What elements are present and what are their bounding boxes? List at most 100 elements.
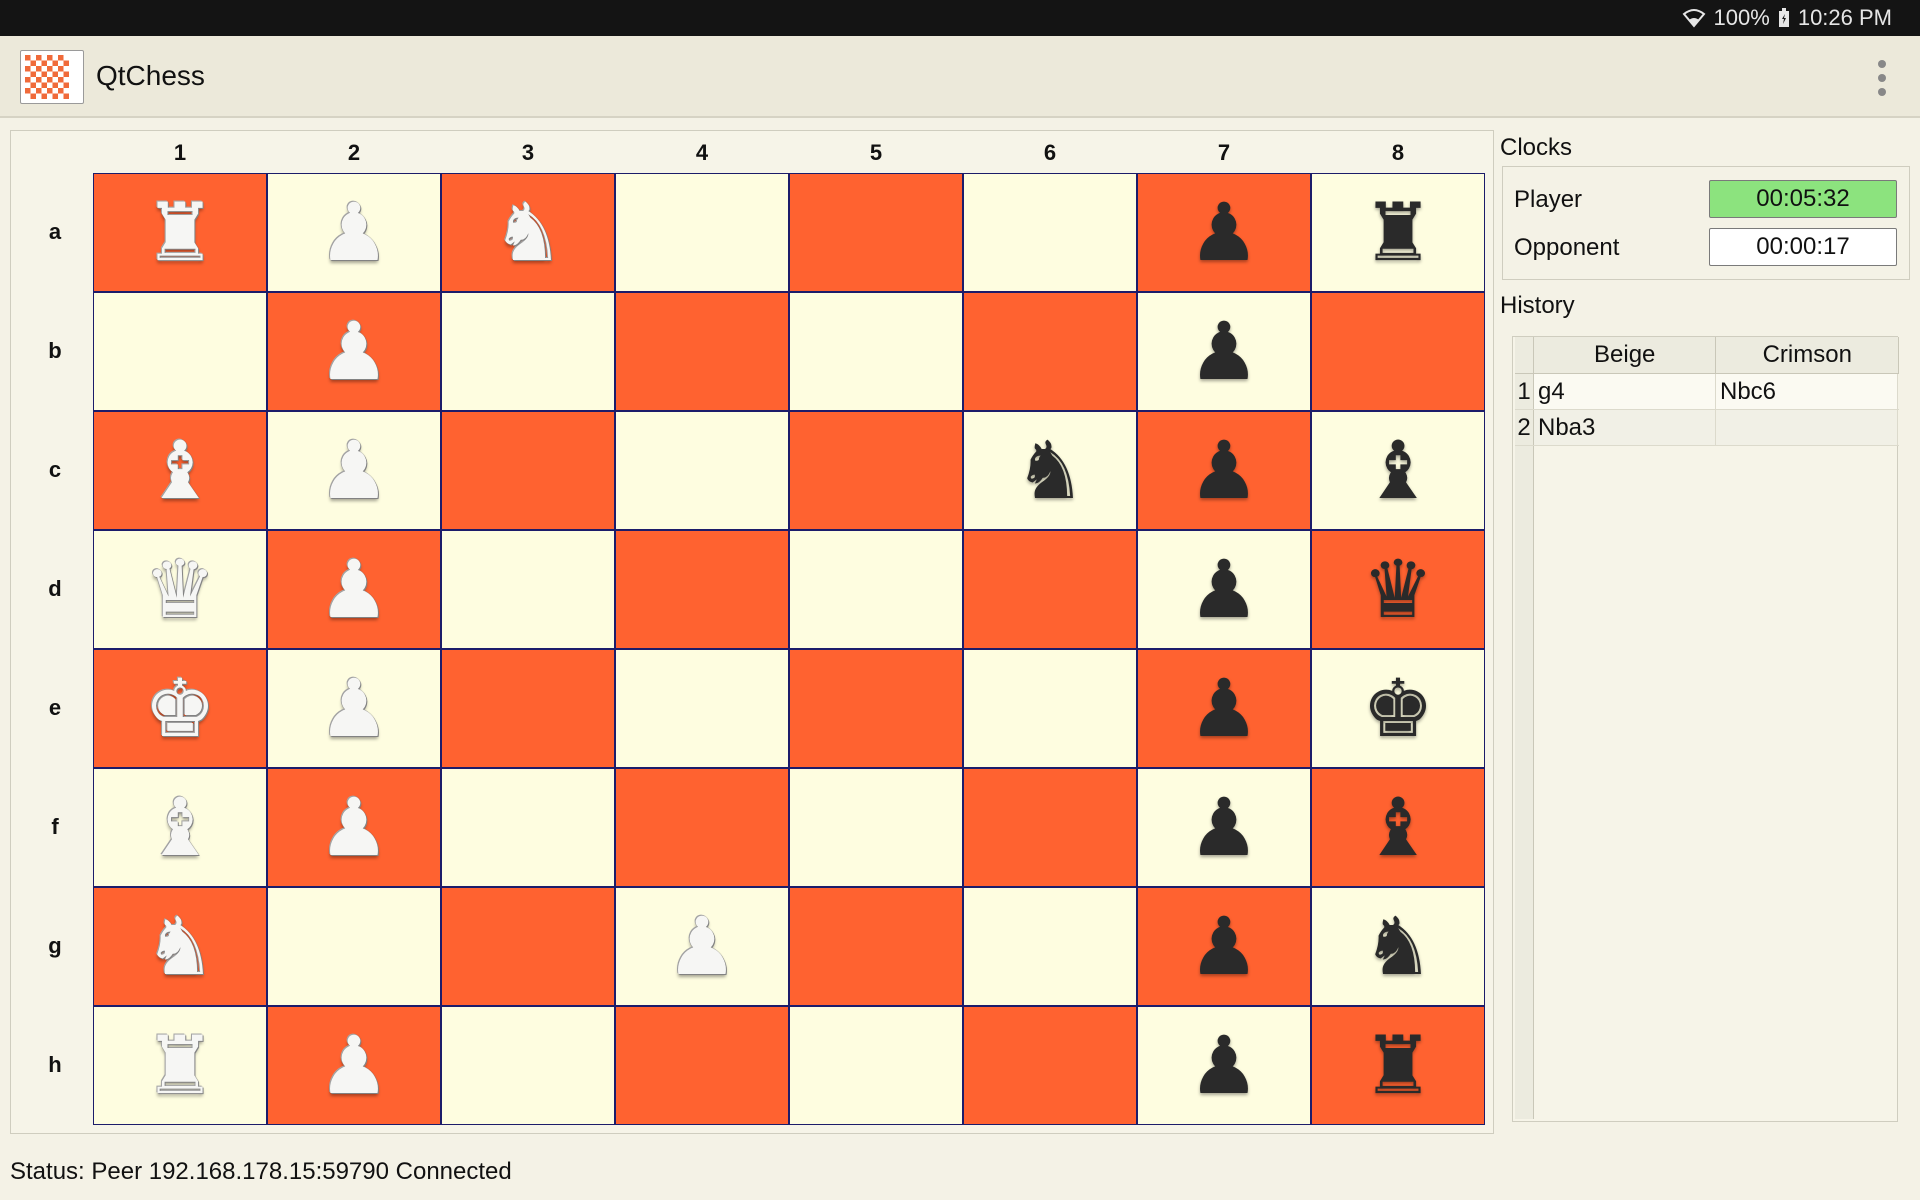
beige-move[interactable]: Nba3 — [1534, 410, 1716, 445]
black-knight-icon[interactable]: ♞ — [1362, 906, 1434, 987]
board-square-c1[interactable]: ♝ — [93, 411, 267, 530]
crimson-move[interactable]: Nbc6 — [1716, 374, 1898, 409]
board-square-e5[interactable] — [789, 649, 963, 768]
board-square-f2[interactable]: ♟ — [267, 768, 441, 887]
board-square-h5[interactable] — [789, 1006, 963, 1125]
board-square-h6[interactable] — [963, 1006, 1137, 1125]
overflow-menu-button[interactable] — [1872, 60, 1892, 96]
black-pawn-icon[interactable]: ♟ — [1188, 430, 1260, 511]
board-square-g6[interactable] — [963, 887, 1137, 1006]
board-square-a8[interactable]: ♜ — [1311, 173, 1485, 292]
white-pawn-icon[interactable]: ♟ — [318, 1025, 390, 1106]
board-square-g4[interactable]: ♟ — [615, 887, 789, 1006]
table-row[interactable]: 1 g4 Nbc6 — [1515, 374, 1899, 410]
board-square-d7[interactable]: ♟ — [1137, 530, 1311, 649]
board-square-h1[interactable]: ♜ — [93, 1006, 267, 1125]
board-square-b2[interactable]: ♟ — [267, 292, 441, 411]
board-square-h3[interactable] — [441, 1006, 615, 1125]
board-square-a5[interactable] — [789, 173, 963, 292]
black-pawn-icon[interactable]: ♟ — [1188, 1025, 1260, 1106]
black-bishop-icon[interactable]: ♝ — [1362, 430, 1434, 511]
white-pawn-icon[interactable]: ♟ — [318, 787, 390, 868]
black-pawn-icon[interactable]: ♟ — [1188, 311, 1260, 392]
black-knight-icon[interactable]: ♞ — [1014, 430, 1086, 511]
black-pawn-icon[interactable]: ♟ — [1188, 192, 1260, 273]
board-square-h7[interactable]: ♟ — [1137, 1006, 1311, 1125]
board-square-g5[interactable] — [789, 887, 963, 1006]
board-square-d5[interactable] — [789, 530, 963, 649]
board-square-f8[interactable]: ♝ — [1311, 768, 1485, 887]
table-row[interactable]: 2 Nba3 — [1515, 410, 1899, 446]
board-square-g3[interactable] — [441, 887, 615, 1006]
board-square-h4[interactable] — [615, 1006, 789, 1125]
board-square-h8[interactable]: ♜ — [1311, 1006, 1485, 1125]
column-header-crimson[interactable]: Crimson — [1716, 337, 1900, 373]
board-square-g8[interactable]: ♞ — [1311, 887, 1485, 1006]
white-knight-icon[interactable]: ♞ — [144, 906, 216, 987]
board-square-g2[interactable] — [267, 887, 441, 1006]
board-square-c4[interactable] — [615, 411, 789, 530]
white-bishop-icon[interactable]: ♝ — [144, 430, 216, 511]
board-square-h2[interactable]: ♟ — [267, 1006, 441, 1125]
board-square-a2[interactable]: ♟ — [267, 173, 441, 292]
board-square-a3[interactable]: ♞ — [441, 173, 615, 292]
board-square-e6[interactable] — [963, 649, 1137, 768]
board-square-d3[interactable] — [441, 530, 615, 649]
white-pawn-icon[interactable]: ♟ — [318, 192, 390, 273]
white-queen-icon[interactable]: ♛ — [144, 549, 216, 630]
white-knight-icon[interactable]: ♞ — [492, 192, 564, 273]
white-bishop-icon[interactable]: ♝ — [144, 787, 216, 868]
board-square-e3[interactable] — [441, 649, 615, 768]
board-square-d1[interactable]: ♛ — [93, 530, 267, 649]
board-square-f4[interactable] — [615, 768, 789, 887]
board-square-d8[interactable]: ♛ — [1311, 530, 1485, 649]
board-square-e7[interactable]: ♟ — [1137, 649, 1311, 768]
board-square-c7[interactable]: ♟ — [1137, 411, 1311, 530]
white-rook-icon[interactable]: ♜ — [144, 1025, 216, 1106]
board-square-g7[interactable]: ♟ — [1137, 887, 1311, 1006]
board-square-f6[interactable] — [963, 768, 1137, 887]
board-square-c6[interactable]: ♞ — [963, 411, 1137, 530]
board-square-g1[interactable]: ♞ — [93, 887, 267, 1006]
white-pawn-icon[interactable]: ♟ — [318, 549, 390, 630]
board-square-b3[interactable] — [441, 292, 615, 411]
board-square-f3[interactable] — [441, 768, 615, 887]
white-pawn-icon[interactable]: ♟ — [318, 668, 390, 749]
board-square-e1[interactable]: ♚ — [93, 649, 267, 768]
white-pawn-icon[interactable]: ♟ — [318, 430, 390, 511]
board-square-e4[interactable] — [615, 649, 789, 768]
black-pawn-icon[interactable]: ♟ — [1188, 668, 1260, 749]
white-pawn-icon[interactable]: ♟ — [666, 906, 738, 987]
black-rook-icon[interactable]: ♜ — [1362, 192, 1434, 273]
board-square-e2[interactable]: ♟ — [267, 649, 441, 768]
board-square-c2[interactable]: ♟ — [267, 411, 441, 530]
board-square-b1[interactable] — [93, 292, 267, 411]
column-header-beige[interactable]: Beige — [1534, 337, 1717, 373]
black-king-icon[interactable]: ♚ — [1362, 668, 1434, 749]
board-square-a4[interactable] — [615, 173, 789, 292]
black-rook-icon[interactable]: ♜ — [1362, 1025, 1434, 1106]
board-square-b7[interactable]: ♟ — [1137, 292, 1311, 411]
beige-move[interactable]: g4 — [1534, 374, 1716, 409]
black-pawn-icon[interactable]: ♟ — [1188, 549, 1260, 630]
black-bishop-icon[interactable]: ♝ — [1362, 787, 1434, 868]
board-square-c8[interactable]: ♝ — [1311, 411, 1485, 530]
board-square-a7[interactable]: ♟ — [1137, 173, 1311, 292]
board-square-f5[interactable] — [789, 768, 963, 887]
white-pawn-icon[interactable]: ♟ — [318, 311, 390, 392]
board-square-a6[interactable] — [963, 173, 1137, 292]
white-rook-icon[interactable]: ♜ — [144, 192, 216, 273]
board-square-f1[interactable]: ♝ — [93, 768, 267, 887]
white-king-icon[interactable]: ♚ — [144, 668, 216, 749]
board-square-c3[interactable] — [441, 411, 615, 530]
history-table[interactable]: Beige Crimson 1 g4 Nbc6 2 Nba3 — [1512, 336, 1900, 1122]
board-square-a1[interactable]: ♜ — [93, 173, 267, 292]
black-queen-icon[interactable]: ♛ — [1362, 549, 1434, 630]
board-square-b6[interactable] — [963, 292, 1137, 411]
black-pawn-icon[interactable]: ♟ — [1188, 906, 1260, 987]
crimson-move[interactable] — [1716, 410, 1898, 445]
board-square-b8[interactable] — [1311, 292, 1485, 411]
board-square-d2[interactable]: ♟ — [267, 530, 441, 649]
black-pawn-icon[interactable]: ♟ — [1188, 787, 1260, 868]
board-square-e8[interactable]: ♚ — [1311, 649, 1485, 768]
